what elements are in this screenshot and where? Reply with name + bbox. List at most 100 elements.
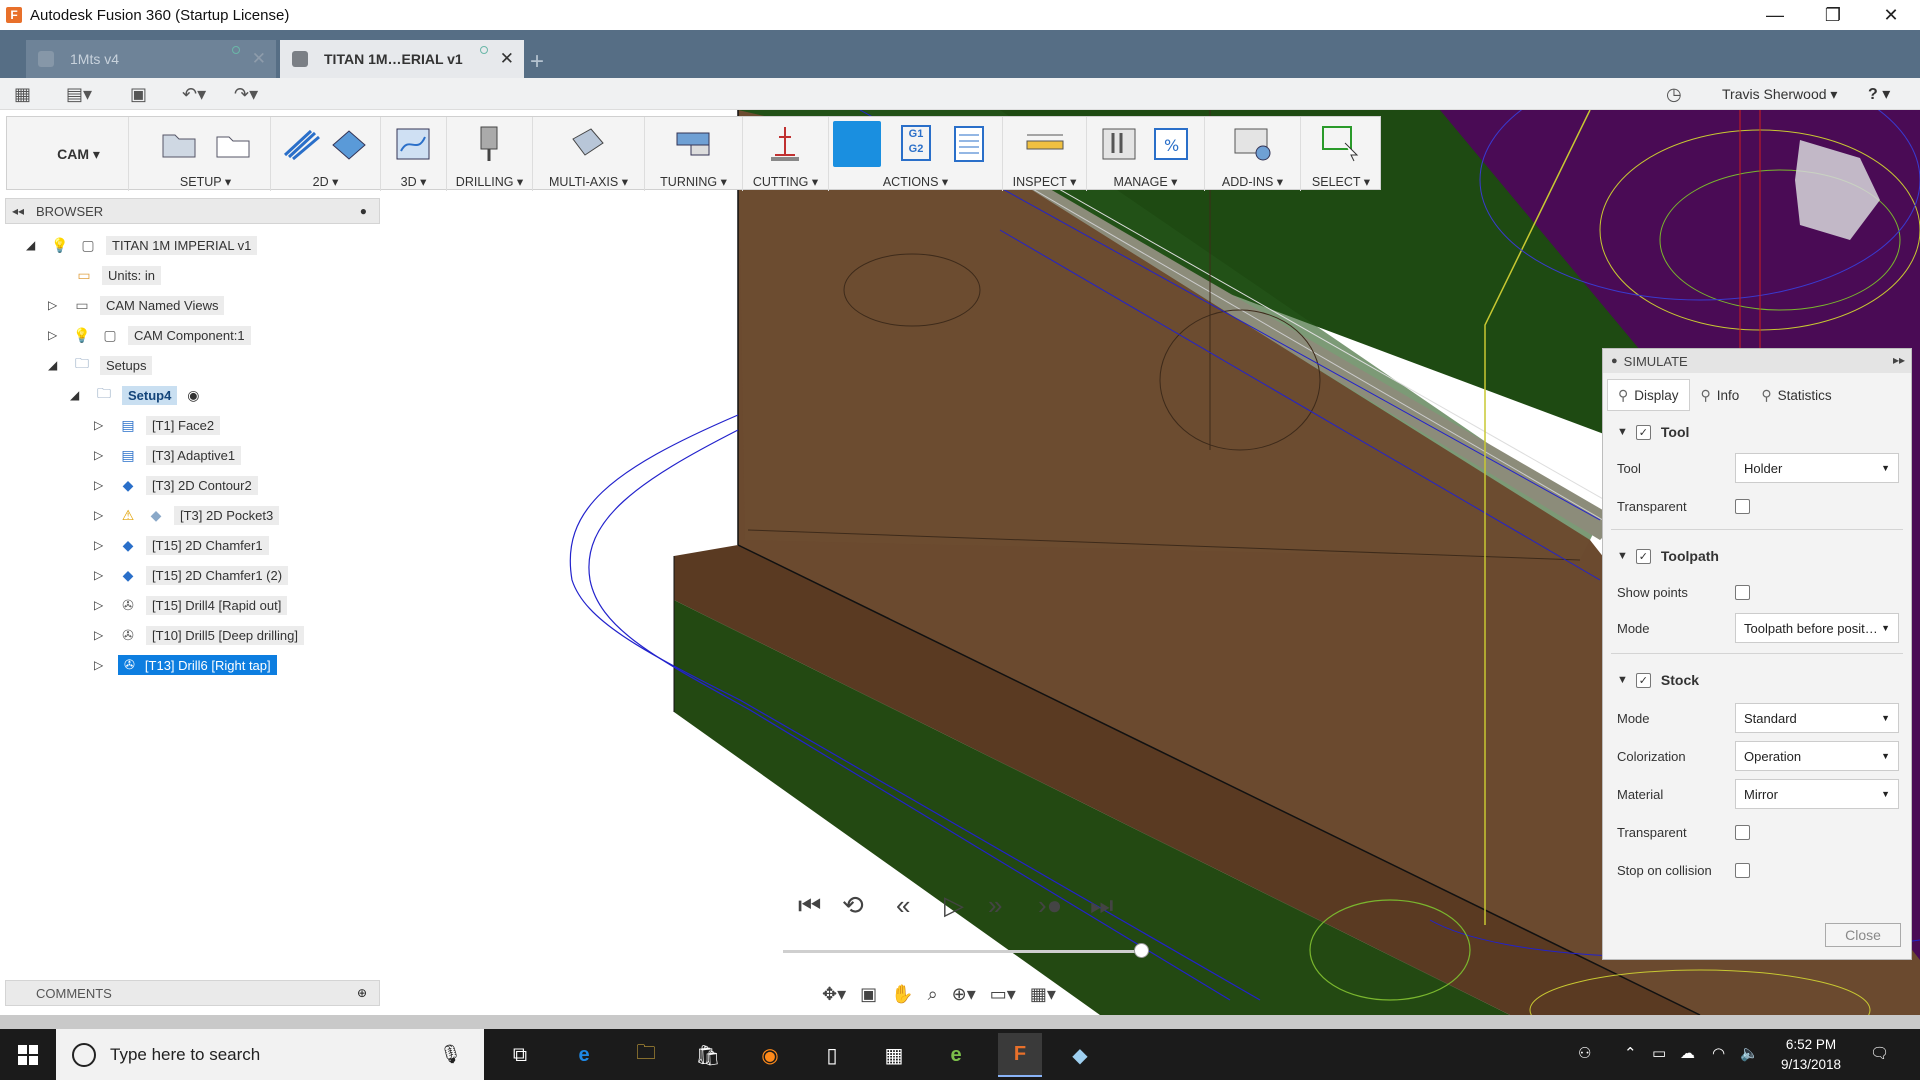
- step-back-icon[interactable]: «: [896, 890, 910, 921]
- simulation-timeline-slider[interactable]: [783, 950, 1141, 953]
- multi-axis-icon[interactable]: [567, 125, 607, 163]
- manage-group-label[interactable]: MANAGE ▾: [1087, 174, 1204, 189]
- setup-group[interactable]: SETUP ▾: [141, 117, 271, 191]
- lightbulb-icon[interactable]: 💡: [50, 236, 70, 254]
- 2d-contour-icon[interactable]: [329, 125, 369, 163]
- step-forward-icon[interactable]: »: [988, 890, 1002, 921]
- setup-group-label[interactable]: SETUP ▾: [141, 174, 270, 189]
- collapse-browser-icon[interactable]: ◂◂: [12, 204, 36, 218]
- tree-item-operation[interactable]: ▷ ✇ [T10] Drill5 [Deep drilling]: [94, 624, 304, 646]
- close-window-button[interactable]: ✕: [1862, 0, 1920, 30]
- inspect-group-label[interactable]: INSPECT ▾: [1003, 174, 1086, 189]
- collapsed-triangle-icon[interactable]: ▷: [94, 508, 108, 522]
- job-status-clock-icon[interactable]: ◷: [1666, 84, 1682, 105]
- collapsed-triangle-icon[interactable]: ▷: [94, 448, 108, 462]
- microphone-icon[interactable]: 🎙: [439, 1044, 462, 1065]
- expanded-triangle-icon[interactable]: ◢: [48, 358, 62, 372]
- volume-icon[interactable]: 🔈: [1740, 1044, 1759, 1062]
- tree-item-units[interactable]: ▭ Units: in: [74, 264, 161, 286]
- new-tab-button[interactable]: +: [530, 48, 544, 76]
- tab-info[interactable]: ⚲ Info: [1690, 379, 1751, 411]
- task-view-icon[interactable]: ⧉: [502, 1037, 538, 1073]
- tree-item-operation[interactable]: ▷ ◆ [T15] 2D Chamfer1: [94, 534, 269, 556]
- fit-zoom-icon[interactable]: ⊕▾: [952, 984, 976, 1005]
- zoom-icon[interactable]: ⌕: [928, 984, 938, 1005]
- tree-item-operation[interactable]: ▷ ◆ [T3] 2D Contour2: [94, 474, 258, 496]
- collapsed-triangle-icon[interactable]: ▷: [94, 478, 108, 492]
- manage-group[interactable]: % MANAGE ▾: [1087, 117, 1205, 191]
- tab-statistics[interactable]: ⚲ Statistics: [1750, 379, 1842, 411]
- measure-icon[interactable]: [1025, 125, 1065, 163]
- collapsed-triangle-icon[interactable]: ▷: [94, 538, 108, 552]
- minimize-button[interactable]: —: [1746, 0, 1804, 30]
- stop-on-collision-checkbox[interactable]: [1735, 862, 1750, 878]
- edge-browser-icon[interactable]: e: [566, 1037, 602, 1073]
- taskbar-clock[interactable]: 6:52 PM 9/13/2018: [1766, 1035, 1856, 1075]
- add-comment-icon[interactable]: ⊕: [357, 986, 367, 1000]
- collapsed-triangle-icon[interactable]: ▷: [48, 328, 62, 342]
- tool-library-icon[interactable]: [1099, 125, 1139, 163]
- grid-settings-icon[interactable]: ▦▾: [1030, 984, 1056, 1005]
- user-account-menu[interactable]: Travis Sherwood ▾: [1722, 86, 1837, 103]
- next-operation-icon[interactable]: ›●: [1038, 890, 1062, 921]
- calculator-icon[interactable]: ▦: [876, 1037, 912, 1073]
- collapsed-triangle-icon[interactable]: ▷: [94, 418, 108, 432]
- collapsed-triangle-icon[interactable]: ▷: [94, 628, 108, 642]
- tree-item-named-views[interactable]: ▷ ▭ CAM Named Views: [48, 294, 225, 316]
- tree-item-operation[interactable]: ▷ ▤ [T1] Face2: [94, 414, 221, 436]
- tree-item-operation[interactable]: ▷ ✇ [T15] Drill4 [Rapid out]: [94, 594, 288, 616]
- orbit-icon[interactable]: ✥▾: [822, 984, 846, 1005]
- setup-folder-icon[interactable]: [159, 125, 199, 163]
- collapsed-triangle-icon[interactable]: ▷: [94, 568, 108, 582]
- add-ins-group-label[interactable]: ADD-INS ▾: [1205, 174, 1300, 189]
- toolpath-mode-dropdown[interactable]: Toolpath before posit… ▼: [1735, 613, 1899, 643]
- multi-axis-group-label[interactable]: MULTI-AXIS ▾: [533, 174, 644, 189]
- windows-start-button[interactable]: [0, 1029, 56, 1080]
- green-e-app-icon[interactable]: e: [938, 1037, 974, 1073]
- timeline-slider-handle[interactable]: [1134, 943, 1149, 958]
- actions-group-label[interactable]: ACTIONS ▾: [829, 174, 1002, 189]
- drilling-group-label[interactable]: DRILLING ▾: [447, 174, 532, 189]
- 3d-app-icon[interactable]: ◆: [1062, 1037, 1098, 1073]
- close-tab-icon[interactable]: ✕: [500, 49, 514, 69]
- tree-item-cam-component[interactable]: ▷ 💡 ▢ CAM Component:1: [48, 324, 251, 346]
- 3d-group-label[interactable]: 3D ▾: [381, 174, 446, 189]
- expanded-triangle-icon[interactable]: ◢: [70, 388, 84, 402]
- save-icon[interactable]: ▣: [130, 84, 147, 105]
- tool-visible-checkbox[interactable]: ✓: [1635, 424, 1651, 440]
- select-group[interactable]: SELECT ▾: [1301, 117, 1381, 191]
- lightbulb-icon[interactable]: 💡: [72, 326, 92, 344]
- new-setup-icon[interactable]: [213, 125, 253, 163]
- fusion-360-taskbar-icon[interactable]: F: [998, 1033, 1042, 1077]
- tool-dropdown[interactable]: Holder ▼: [1735, 453, 1899, 483]
- tree-item-operation[interactable]: ▷ ⚠ ◆ [T3] 2D Pocket3: [94, 504, 280, 526]
- collapsed-triangle-icon[interactable]: ▷: [48, 298, 62, 312]
- cutting-group[interactable]: CUTTING ▾: [743, 117, 829, 191]
- section-collapse-icon[interactable]: ▼: [1617, 550, 1628, 562]
- expanded-triangle-icon[interactable]: ◢: [26, 238, 40, 252]
- toolpath-visible-checkbox[interactable]: ✓: [1635, 548, 1651, 564]
- template-library-icon[interactable]: %: [1151, 125, 1191, 163]
- activate-radio-icon[interactable]: ◉: [183, 386, 203, 404]
- browser-options-icon[interactable]: ●: [360, 204, 367, 218]
- 2d-group[interactable]: 2D ▾: [271, 117, 381, 191]
- turning-group[interactable]: TURNING ▾: [645, 117, 743, 191]
- select-group-label[interactable]: SELECT ▾: [1301, 174, 1381, 189]
- section-collapse-icon[interactable]: ▼: [1617, 426, 1628, 438]
- transparent-checkbox[interactable]: [1735, 498, 1750, 514]
- comments-panel-header[interactable]: COMMENTS ⊕: [5, 980, 380, 1006]
- go-to-end-icon[interactable]: ⏭: [1090, 890, 1113, 922]
- people-icon[interactable]: ⚇: [1578, 1044, 1591, 1062]
- undo-icon[interactable]: ↶▾: [182, 84, 206, 105]
- 2d-adaptive-icon[interactable]: [281, 125, 321, 163]
- data-panel-grid-icon[interactable]: ▦: [14, 84, 31, 105]
- cutting-icon[interactable]: [765, 125, 805, 163]
- actions-group[interactable]: G1 G2 ACTIONS ▾: [829, 117, 1003, 191]
- workspace-switcher[interactable]: CAM ▾: [29, 117, 129, 191]
- tree-item-operation[interactable]: ▷ ▤ [T3] Adaptive1: [94, 444, 242, 466]
- show-hidden-icons-icon[interactable]: ⌃: [1624, 1044, 1637, 1062]
- cutting-group-label[interactable]: CUTTING ▾: [743, 174, 828, 189]
- simulate-action-icon[interactable]: [833, 121, 881, 167]
- action-center-icon[interactable]: 🗨: [1870, 1044, 1889, 1062]
- add-ins-group[interactable]: ADD-INS ▾: [1205, 117, 1301, 191]
